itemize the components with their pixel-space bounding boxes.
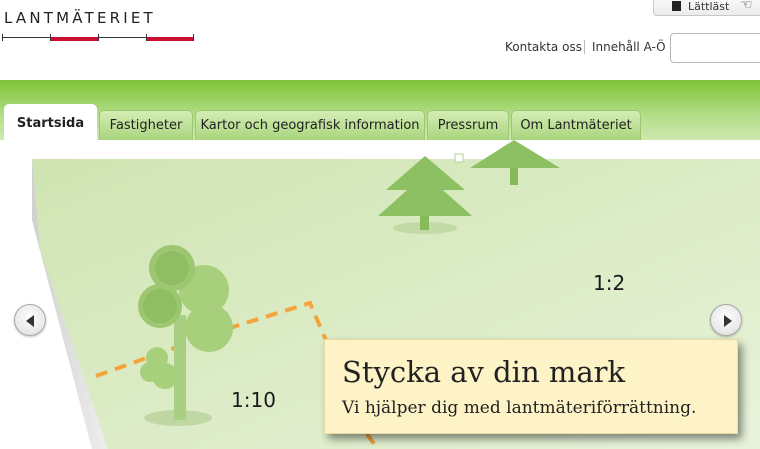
chevron-right-icon [724,315,732,327]
scale-label-1-2: 1:2 [593,271,626,295]
link-divider [584,40,585,54]
easy-read-icon [672,1,681,11]
search-input[interactable] [670,33,760,63]
tab-startsida[interactable]: Startsida [4,104,97,141]
tab-pressrum[interactable]: Pressrum [427,110,509,140]
chevron-left-icon [26,315,34,327]
caption-subtitle: Vi hjälper dig med lantmäteriförrättning… [342,398,697,418]
easy-read-label: Lättläst [688,0,730,13]
content-a-o-link[interactable]: Innehåll A-Ö [592,40,666,54]
hero-caption[interactable]: Stycka av din mark Vi hjälper dig med la… [324,339,738,434]
easy-read-button[interactable]: Lättläst ☜ [653,0,760,16]
carousel-prev-button[interactable] [14,304,46,336]
caption-title: Stycka av din mark [342,355,626,389]
pointer-hand-icon: ☜ [740,0,753,13]
tab-fastigheter[interactable]: Fastigheter [99,110,193,140]
scale-label-1-10: 1:10 [231,388,276,412]
logo-text: LANTMÄTERIET [4,9,156,27]
hero-carousel: 1:2 1:10 Stycka av din mark Vi hjälper d… [0,140,760,449]
tab-kartor[interactable]: Kartor och geografisk information [195,110,425,140]
logo-scale-bar [2,34,194,41]
contact-link[interactable]: Kontakta oss [505,40,582,54]
carousel-next-button[interactable] [710,304,742,336]
tab-om-lantmateriet[interactable]: Om Lantmäteriet [511,110,641,140]
